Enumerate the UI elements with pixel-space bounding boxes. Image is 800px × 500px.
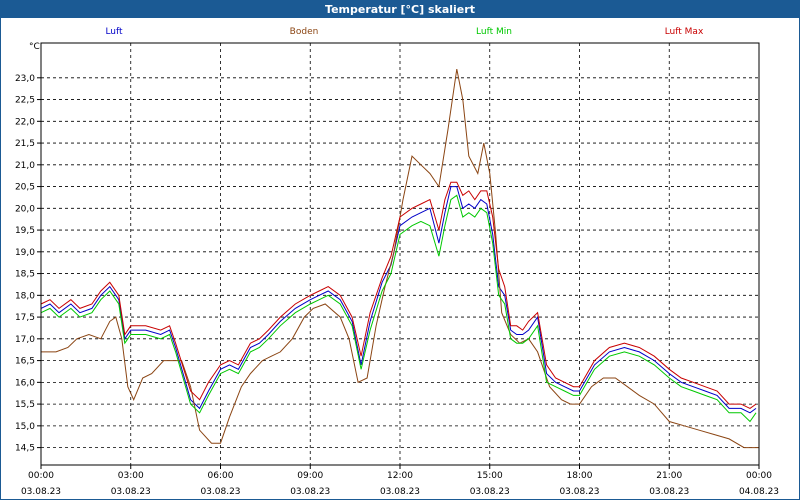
x-tick-date: 03.08.23 xyxy=(111,487,151,497)
y-unit-label: °C xyxy=(29,42,40,52)
x-tick-date: 03.08.23 xyxy=(470,487,510,497)
x-tick-date: 03.08.23 xyxy=(200,487,240,497)
y-tick-label: 19,5 xyxy=(15,226,35,236)
y-tick-label: 16,0 xyxy=(15,378,35,388)
legend-entry: Luft Max xyxy=(665,27,704,37)
legend-entry: Luft xyxy=(105,27,123,37)
x-axis: 00:00 03.08.23 03:00 03.08.23 06:00 03.08.23 0… xyxy=(21,465,779,497)
x-tick-time: 00:00 xyxy=(746,471,772,481)
x-tick-time: 09:00 xyxy=(297,471,323,481)
y-tick-label: 22,0 xyxy=(15,117,35,127)
x-tick-date: 04.08.23 xyxy=(739,487,779,497)
grid xyxy=(41,43,759,465)
y-axis: °C 23,0 22,5 22,0 21,5 21,0 20,5 20,0 19,5 19,0 18… xyxy=(15,42,41,454)
x-tick-date: 03.08.23 xyxy=(290,487,330,497)
y-tick-label: 16,5 xyxy=(15,357,35,367)
series-line xyxy=(40,186,757,414)
series-line xyxy=(41,69,759,449)
series-lines xyxy=(40,69,759,449)
y-tick-label: 21,0 xyxy=(15,161,35,171)
legend: Luft Boden Luft Min Luft Max xyxy=(105,27,704,37)
y-tick-label: 22,5 xyxy=(15,96,35,106)
x-tick-time: 21:00 xyxy=(656,471,682,481)
y-tick-label: 14,5 xyxy=(15,444,35,454)
y-tick-label: 15,5 xyxy=(15,400,35,410)
y-tick-label: 17,0 xyxy=(15,335,35,345)
series-line xyxy=(40,194,757,423)
y-tick-label: 19,0 xyxy=(15,248,35,258)
temperature-chart: Luft Boden Luft Min Luft Max °C 23,0 22,5 22,0… xyxy=(15,27,779,497)
x-tick-time: 06:00 xyxy=(208,471,234,481)
x-tick-time: 18:00 xyxy=(567,471,593,481)
legend-entry: Boden xyxy=(290,27,319,37)
y-tick-label: 15,0 xyxy=(15,422,35,432)
x-tick-time: 03:00 xyxy=(118,471,144,481)
y-tick-label: 17,5 xyxy=(15,313,35,323)
x-tick-time: 00:00 xyxy=(28,471,54,481)
x-tick-date: 03.08.23 xyxy=(21,487,61,497)
y-tick-label: 20,5 xyxy=(15,183,35,193)
y-tick-label: 18,0 xyxy=(15,291,35,301)
x-tick-time: 12:00 xyxy=(387,471,413,481)
x-tick-date: 03.08.23 xyxy=(380,487,420,497)
x-tick-date: 03.08.23 xyxy=(649,487,689,497)
y-tick-label: 18,5 xyxy=(15,270,35,280)
y-tick-label: 21,5 xyxy=(15,139,35,149)
legend-entry: Luft Min xyxy=(476,27,512,37)
x-tick-time: 15:00 xyxy=(477,471,503,481)
y-tick-label: 23,0 xyxy=(15,74,35,84)
chart-window: Temperatur [°C] skaliert Luft Boden Luft M… xyxy=(0,0,800,500)
window-title: Temperatur [°C] skaliert xyxy=(1,1,799,18)
y-tick-label: 20,0 xyxy=(15,204,35,214)
x-tick-date: 03.08.23 xyxy=(559,487,599,497)
